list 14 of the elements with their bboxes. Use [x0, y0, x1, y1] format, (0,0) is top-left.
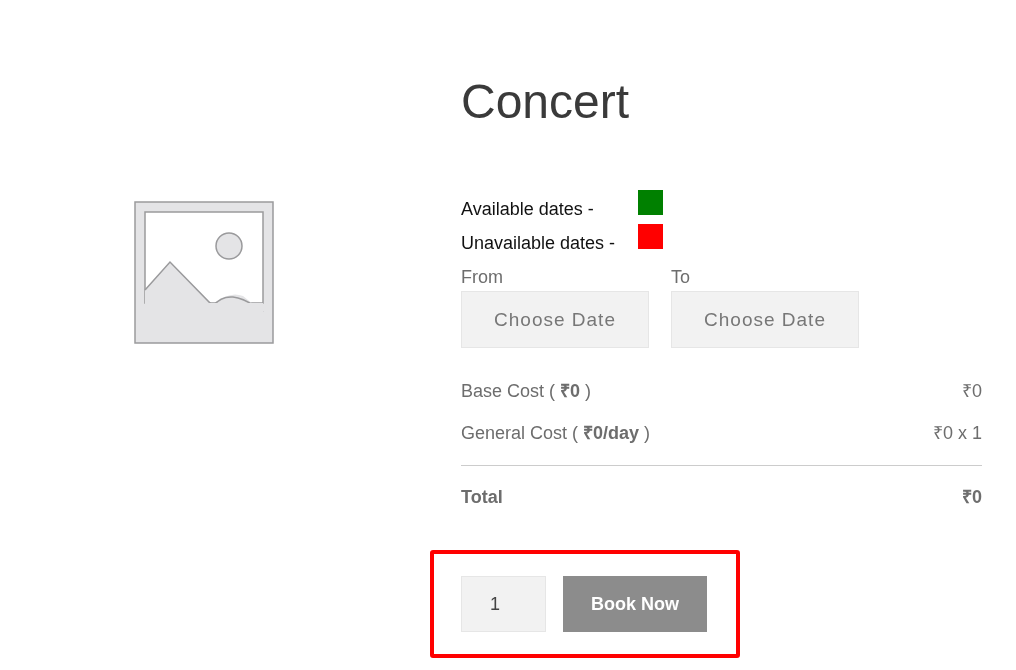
- total-value: ₹0: [962, 486, 982, 509]
- cost-value: ₹0: [962, 380, 982, 403]
- total-label: Total: [461, 486, 503, 509]
- product-title: Concert: [461, 74, 630, 130]
- cost-label: Base Cost ( ₹0 ): [461, 380, 592, 403]
- date-field[interactable]: Choose Date: [461, 291, 649, 348]
- date-label: From: [461, 266, 503, 289]
- legend-label: Available dates -: [461, 198, 595, 221]
- date-field[interactable]: Choose Date: [671, 291, 859, 348]
- cost-value: ₹0 x 1: [932, 422, 982, 445]
- date-label: To: [671, 266, 690, 289]
- quantity-field[interactable]: 1: [461, 576, 546, 632]
- cost-label: General Cost ( ₹0/day ): [461, 422, 651, 445]
- legend-label: Unavailable dates -: [461, 232, 617, 255]
